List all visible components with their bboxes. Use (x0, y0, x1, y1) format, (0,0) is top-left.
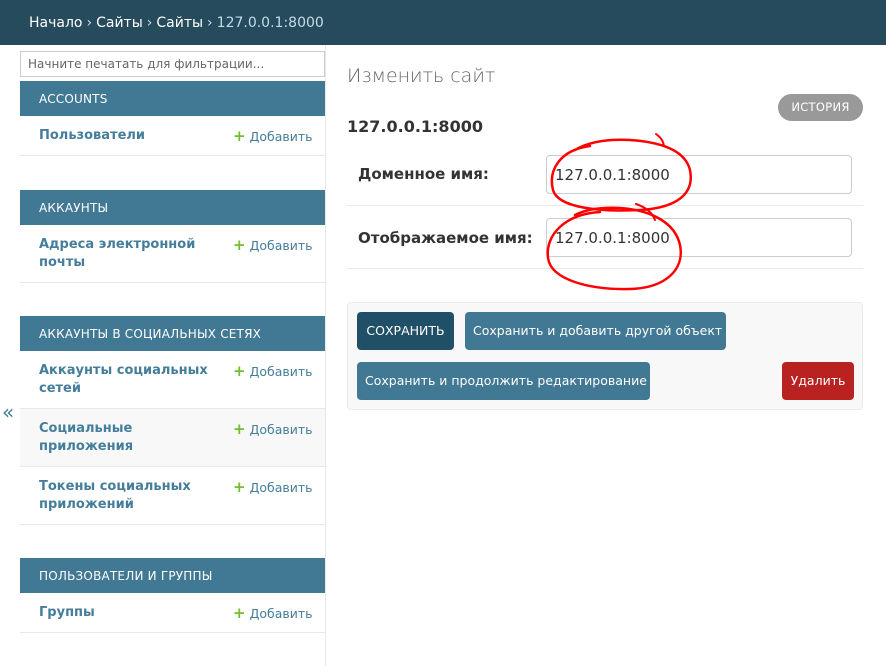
add-link-label: Добавить (249, 480, 313, 495)
save-and-add-button[interactable]: Сохранить и добавить другой объект (465, 312, 726, 350)
save-button[interactable]: СОХРАНИТЬ (357, 312, 454, 350)
sidebar-item-social-accounts: Аккаунты социальных сетей + Добавить (20, 351, 325, 409)
sidebar-item-groups: Группы + Добавить (20, 593, 325, 633)
sidebar-item-email-addresses: Адреса электронной почты + Добавить (20, 225, 325, 283)
add-link[interactable]: + Добавить (233, 236, 313, 254)
plus-icon: + (233, 604, 246, 622)
sidebar-item-label[interactable]: Адреса электронной почты (39, 236, 214, 272)
add-link[interactable]: + Добавить (233, 478, 313, 496)
module-social-accounts: АККАУНТЫ В СОЦИАЛЬНЫХ СЕТЯХ Аккаунты соц… (20, 316, 325, 525)
breadcrumb-separator: › (146, 15, 153, 31)
sidebar-item-users: Пользователи + Добавить (20, 116, 325, 156)
page-title: Изменить сайт (347, 65, 496, 87)
breadcrumb-app-link[interactable]: Сайты (96, 15, 143, 31)
nav-sidebar: ACCOUNTS Пользователи +Добавить АККАУНТЫ… (0, 45, 326, 666)
module-accounts: ACCOUNTS Пользователи + Добавить (20, 81, 325, 156)
sidebar-item-label[interactable]: Токены социальных приложений (39, 478, 214, 514)
form-row-display-name: Отображаемое имя: (347, 206, 863, 269)
delete-button[interactable]: Удалить (782, 362, 854, 400)
sidebar-item-label[interactable]: Пользователи (39, 127, 214, 145)
module-caption[interactable]: АККАУНТЫ В СОЦИАЛЬНЫХ СЕТЯХ (20, 316, 325, 351)
plus-icon: + (233, 420, 246, 438)
sidebar-filter-input[interactable] (20, 51, 325, 77)
breadcrumb-separator: › (207, 15, 213, 31)
submit-row: СОХРАНИТЬ Сохранить и добавить другой об… (347, 302, 863, 410)
add-link-label: Добавить (249, 606, 313, 621)
plus-icon: + (233, 478, 246, 496)
add-link-label: Добавить (249, 238, 313, 253)
save-and-continue-button[interactable]: Сохранить и продолжить редактирование (357, 362, 650, 400)
breadcrumb: Начало › Сайты › Сайты › 127.0.0.1:8000 (0, 0, 886, 45)
sidebar-item-social-apps: Социальные приложения + Добавить (20, 409, 325, 467)
module-caption[interactable]: ПОЛЬЗОВАТЕЛИ И ГРУППЫ (20, 558, 325, 593)
module-email-accounts: АККАУНТЫ Адреса электронной почты + Добав… (20, 190, 325, 283)
breadcrumb-current: 127.0.0.1:8000 (216, 15, 324, 31)
plus-icon: + (233, 127, 246, 145)
breadcrumb-home-link[interactable]: Начало (29, 15, 82, 31)
module-users-groups: ПОЛЬЗОВАТЕЛИ И ГРУППЫ Группы + Добавить (20, 558, 325, 633)
display-name-input[interactable] (546, 218, 852, 257)
sidebar-item-label[interactable]: Аккаунты социальных сетей (39, 362, 214, 398)
add-link[interactable]: + Добавить (233, 604, 313, 622)
sidebar-collapse-icon[interactable]: « (2, 400, 14, 424)
plus-icon: + (233, 236, 246, 254)
breadcrumb-separator: › (86, 15, 93, 31)
module-caption[interactable]: ACCOUNTS (20, 81, 325, 116)
add-link-label: Добавить (249, 129, 313, 144)
add-link[interactable]: + Добавить (233, 362, 313, 380)
add-link-label: Добавить (249, 422, 313, 437)
form-row-domain: Доменное имя: (347, 143, 863, 206)
domain-name-input[interactable] (546, 155, 852, 194)
plus-icon: + (233, 362, 246, 380)
module-caption[interactable]: АККАУНТЫ (20, 190, 325, 225)
history-button[interactable]: ИСТОРИЯ (778, 94, 863, 121)
display-name-label: Отображаемое имя: (358, 229, 533, 247)
add-link[interactable]: + Добавить (233, 420, 313, 438)
add-link-label: Добавить (249, 364, 313, 379)
sidebar-item-label[interactable]: Группы (39, 604, 214, 622)
sidebar-item-social-tokens: Токены социальных приложений + Добавить (20, 467, 325, 525)
domain-label: Доменное имя: (358, 165, 489, 183)
sidebar-item-label[interactable]: Социальные приложения (39, 420, 214, 456)
add-link[interactable]: + Добавить (233, 127, 313, 145)
object-title: 127.0.0.1:8000 (347, 117, 483, 136)
breadcrumb-model-link[interactable]: Сайты (156, 15, 203, 31)
